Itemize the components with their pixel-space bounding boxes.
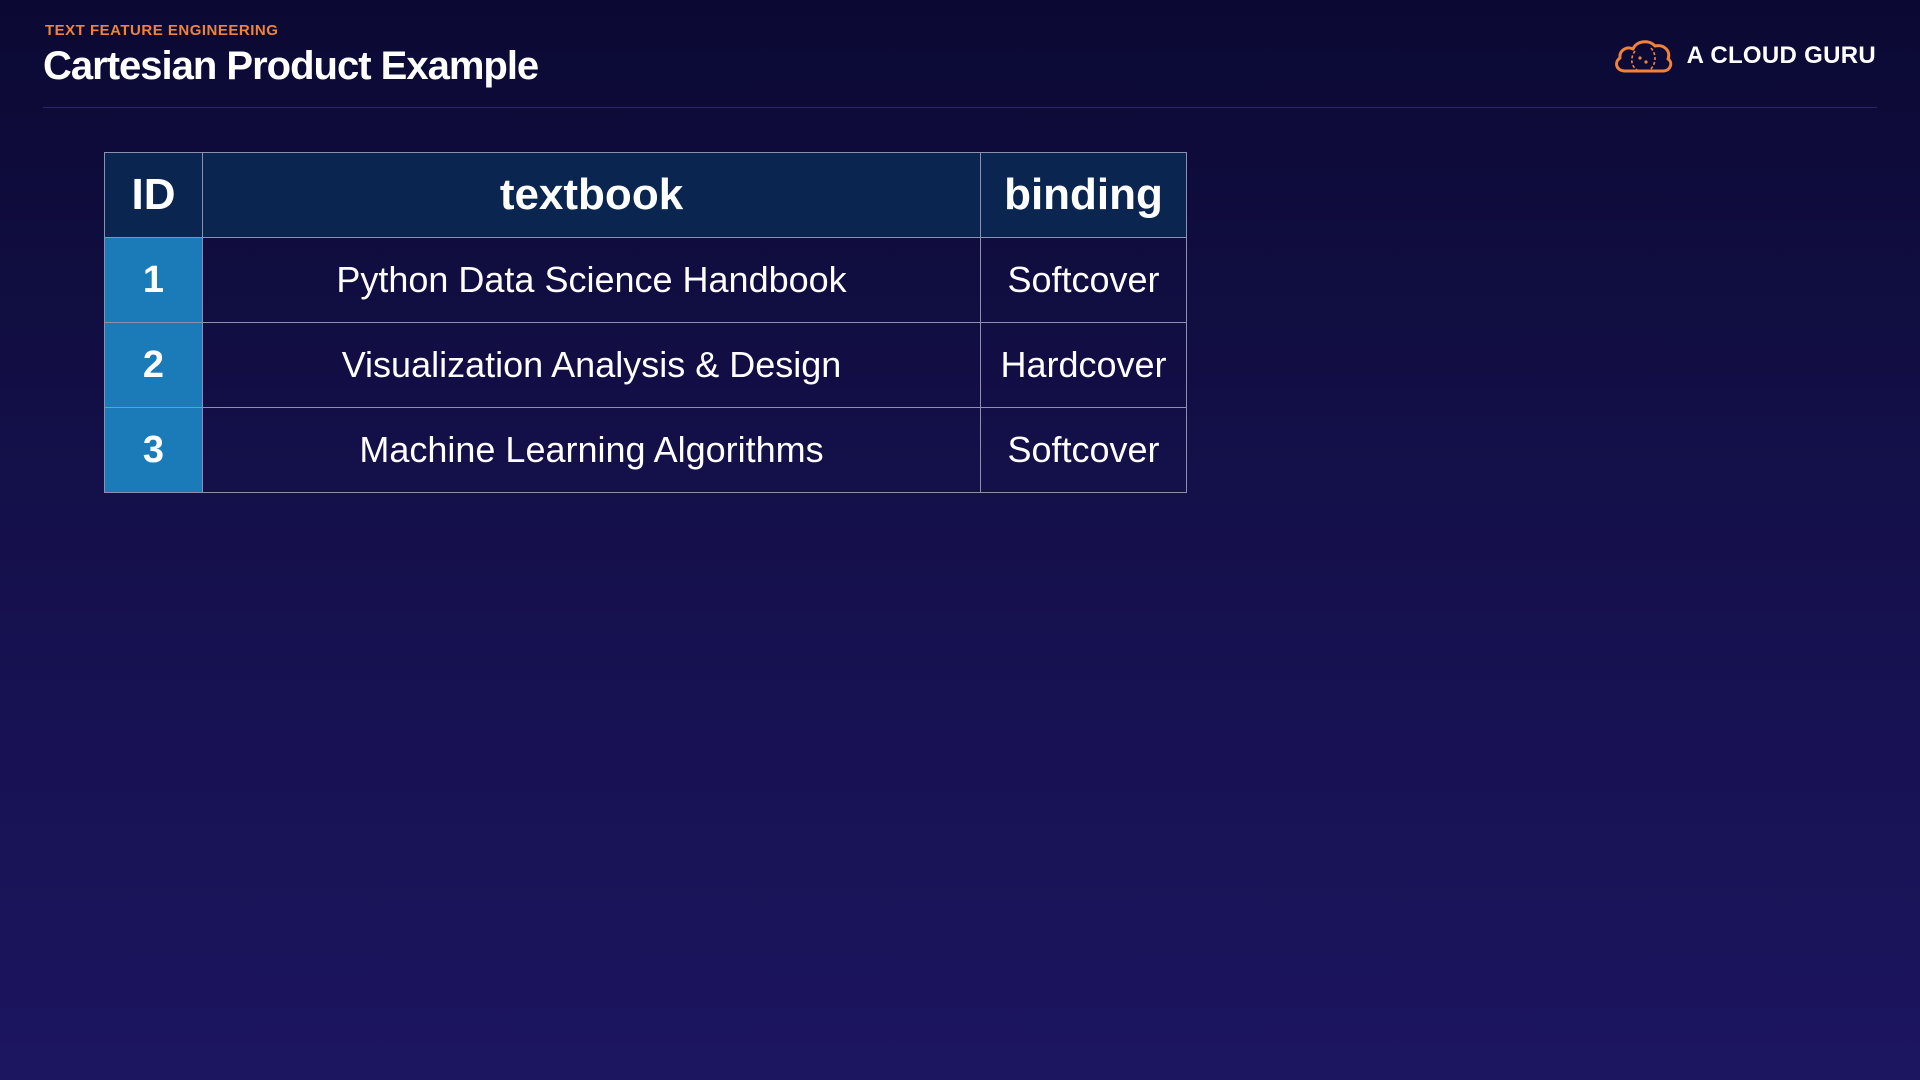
id-cell: 1 [104,237,203,323]
section-label: TEXT FEATURE ENGINEERING [45,22,279,39]
textbook-cell: Visualization Analysis & Design [202,322,981,408]
header-divider [43,107,1877,108]
page-title: Cartesian Product Example [43,44,539,88]
textbook-table: ID textbook binding 1 Python Data Scienc… [104,152,1187,493]
table-row: 3 Machine Learning Algorithms Softcover [104,407,1187,493]
column-header-id: ID [104,152,203,238]
table-row: 2 Visualization Analysis & Design Hardco… [104,322,1187,408]
binding-cell: Softcover [980,237,1187,323]
id-cell: 3 [104,407,203,493]
brand-name: A CLOUD GURU [1686,42,1876,69]
brand-logo: A CLOUD GURU [1611,33,1876,79]
binding-cell: Hardcover [980,322,1187,408]
table-row: 1 Python Data Science Handbook Softcover [104,237,1187,323]
cloud-logo-icon [1614,40,1672,73]
slide-header: TEXT FEATURE ENGINEERING Cartesian Produ… [0,0,1920,110]
id-cell: 2 [104,322,203,408]
binding-cell: Softcover [980,407,1187,493]
column-header-binding: binding [980,152,1187,238]
table-header-row: ID textbook binding [104,152,1187,238]
column-header-textbook: textbook [202,152,981,238]
textbook-cell: Python Data Science Handbook [202,237,981,323]
textbook-cell: Machine Learning Algorithms [202,407,981,493]
